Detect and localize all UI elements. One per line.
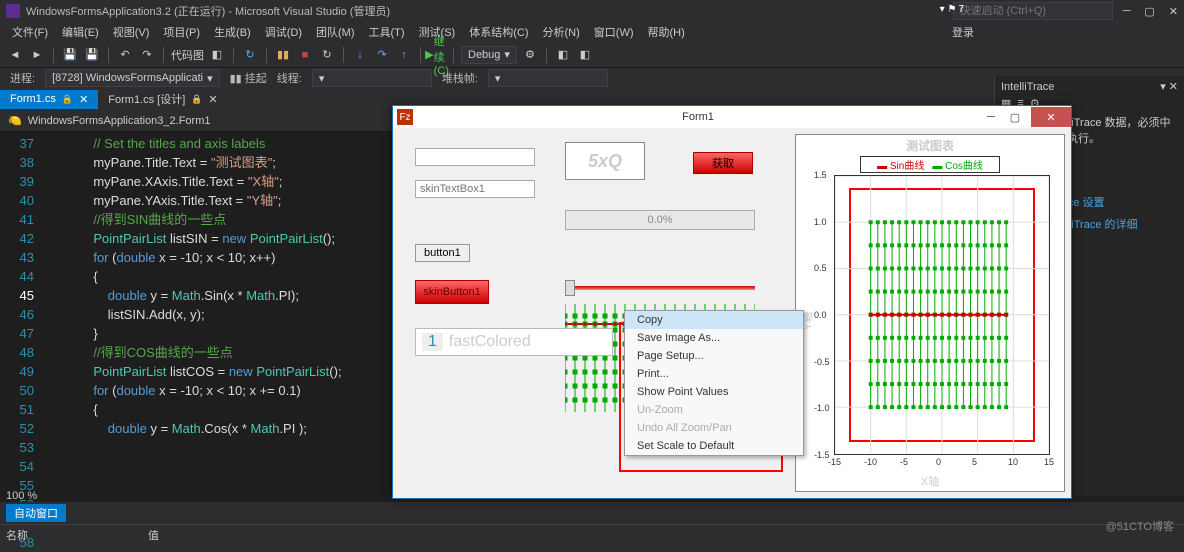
codemap-icon[interactable]: ◧ — [208, 46, 226, 64]
zoom-level[interactable]: 100 % — [6, 490, 37, 502]
menu-帮助(H)[interactable]: 帮助(H) — [642, 22, 691, 42]
captcha-image: 5xQ — [565, 142, 645, 180]
step-into-icon[interactable]: ↓ — [351, 46, 369, 64]
fast-textbox[interactable]: 1fastColored — [415, 328, 613, 356]
zedgraph-chart[interactable]: 测试图表 ▬ Sin曲线 ▬ Cos曲线 Y轴 -1.5-1.0-0.50.00… — [795, 134, 1065, 492]
vs-logo-icon — [6, 4, 20, 18]
slider[interactable] — [565, 280, 755, 296]
ctx-copy[interactable]: Copy — [625, 311, 803, 329]
menu-编辑(E)[interactable]: 编辑(E) — [56, 22, 105, 42]
save-icon[interactable]: 💾 — [61, 46, 79, 64]
form1-title: Form1 — [417, 111, 979, 123]
close-icon[interactable]: ✕ — [1169, 5, 1178, 18]
save-all-icon[interactable]: 💾 — [83, 46, 101, 64]
form1-max-icon[interactable]: ▢ — [1003, 107, 1027, 127]
form1-app-icon: Fz — [397, 109, 413, 125]
menu-文件(F)[interactable]: 文件(F) — [6, 22, 54, 42]
window-title: WindowsFormsApplication3.2 (正在运行) - Micr… — [26, 3, 953, 19]
menu-体系结构(C)[interactable]: 体系结构(C) — [463, 22, 534, 42]
ctx-page-setup-[interactable]: Page Setup... — [625, 347, 803, 365]
autos-tab[interactable]: 自动窗口 — [6, 504, 66, 522]
form1-min-icon[interactable]: ─ — [979, 107, 1003, 127]
maximize-icon[interactable]: ▢ — [1144, 5, 1154, 18]
process-label: 进程: — [10, 70, 35, 86]
chart-plot-area[interactable] — [834, 175, 1050, 455]
stack-combo[interactable]: ▾ — [488, 69, 608, 87]
tab-close-icon[interactable]: ✕ — [79, 93, 88, 106]
chart-xlabel: X轴 — [921, 473, 939, 489]
menu-团队(M)[interactable]: 团队(M) — [310, 22, 361, 42]
ctx-show-point-values[interactable]: Show Point Values — [625, 383, 803, 401]
platform-icon[interactable]: ⚙ — [521, 46, 539, 64]
intellitrace-title: IntelliTrace — [1001, 81, 1054, 93]
thread-combo[interactable]: ▾ — [312, 69, 432, 87]
menu-调试(D)[interactable]: 调试(D) — [259, 22, 308, 42]
suspend-button[interactable]: ▮▮ 挂起 — [230, 70, 267, 86]
form1-close-icon[interactable]: ✕ — [1031, 107, 1071, 127]
process-combo[interactable]: [8728] WindowsFormsApplicati ▾ — [45, 69, 220, 87]
chart-legend: ▬ Sin曲线 ▬ Cos曲线 — [860, 156, 1000, 173]
menu-窗口(W)[interactable]: 窗口(W) — [588, 22, 640, 42]
textbox-top[interactable] — [415, 148, 535, 166]
step-out-icon[interactable]: ↑ — [395, 46, 413, 64]
menu-视图(V)[interactable]: 视图(V) — [107, 22, 156, 42]
skin-button[interactable]: skinButton1 — [415, 280, 489, 304]
nav-back-icon[interactable]: ◄ — [6, 46, 24, 64]
chart-title: 测试图表 — [796, 135, 1064, 154]
stop-icon[interactable]: ■ — [296, 46, 314, 64]
notification-badge[interactable]: ▾ ⚑ 7 — [940, 4, 964, 15]
ext2-icon[interactable]: ◧ — [576, 46, 594, 64]
step-over-icon[interactable]: ↷ — [373, 46, 391, 64]
col-value: 值 — [148, 527, 159, 543]
toolbar: ◄ ► 💾 💾 ↶ ↷ 代码图 ◧ ↻ ▮▮ ■ ↻ ↓ ↷ ↑ ▶ 继续(C)… — [0, 42, 1184, 68]
title-bar: WindowsFormsApplication3.2 (正在运行) - Micr… — [0, 0, 1184, 22]
pause-icon[interactable]: ▮▮ — [274, 46, 292, 64]
browser-link-icon[interactable]: ↻ — [241, 46, 259, 64]
thread-label: 线程: — [277, 70, 302, 86]
menu-项目(P)[interactable]: 项目(P) — [157, 22, 206, 42]
tab-Form1.cs[interactable]: Form1.cs 🔒 ✕ — [0, 90, 98, 109]
watermark: @51CTO博客 — [1096, 514, 1184, 538]
col-name: 名称 — [6, 527, 28, 543]
menu-bar: 文件(F)编辑(E)视图(V)项目(P)生成(B)调试(D)团队(M)工具(T)… — [0, 22, 1184, 42]
class-icon: 🍋 — [8, 114, 22, 127]
ctx-print-[interactable]: Print... — [625, 365, 803, 383]
undo-icon[interactable]: ↶ — [116, 46, 134, 64]
chart-context-menu: CopySave Image As...Page Setup...Print..… — [624, 310, 804, 456]
menu-工具(T)[interactable]: 工具(T) — [363, 22, 411, 42]
ctx-undo-all-zoom-pan: Undo All Zoom/Pan — [625, 419, 803, 437]
restart-icon[interactable]: ↻ — [318, 46, 336, 64]
menu-分析(N)[interactable]: 分析(N) — [537, 22, 586, 42]
signin-link[interactable]: 登录 — [952, 24, 974, 40]
quick-launch-input[interactable] — [953, 2, 1113, 20]
nav-forward-icon[interactable]: ► — [28, 46, 46, 64]
ctx-un-zoom: Un-Zoom — [625, 401, 803, 419]
menu-生成(B)[interactable]: 生成(B) — [208, 22, 257, 42]
redo-icon[interactable]: ↷ — [138, 46, 156, 64]
progress-bar: 0.0% — [565, 210, 755, 230]
toolbar-text: 代码图 — [171, 47, 204, 63]
config-combo[interactable]: Debug ▾ — [461, 46, 517, 64]
tab-Form1.cs [设计][interactable]: Form1.cs [设计] 🔒 ✕ — [98, 88, 227, 110]
get-button[interactable]: 获取 — [693, 152, 753, 174]
ext1-icon[interactable]: ◧ — [554, 46, 572, 64]
ctx-set-scale-to-default[interactable]: Set Scale to Default — [625, 437, 803, 455]
continue-button[interactable]: ▶ 继续(C) — [428, 46, 446, 64]
stack-label: 堆栈帧: — [442, 70, 478, 86]
ctx-save-image-as-[interactable]: Save Image As... — [625, 329, 803, 347]
minimize-icon[interactable]: ─ — [1123, 5, 1131, 18]
bottom-panel: 自动窗口 名称 值 — [0, 502, 1184, 538]
skin-textbox[interactable] — [415, 180, 535, 198]
tab-close-icon[interactable]: ✕ — [209, 93, 218, 106]
button1[interactable]: button1 — [415, 244, 470, 262]
